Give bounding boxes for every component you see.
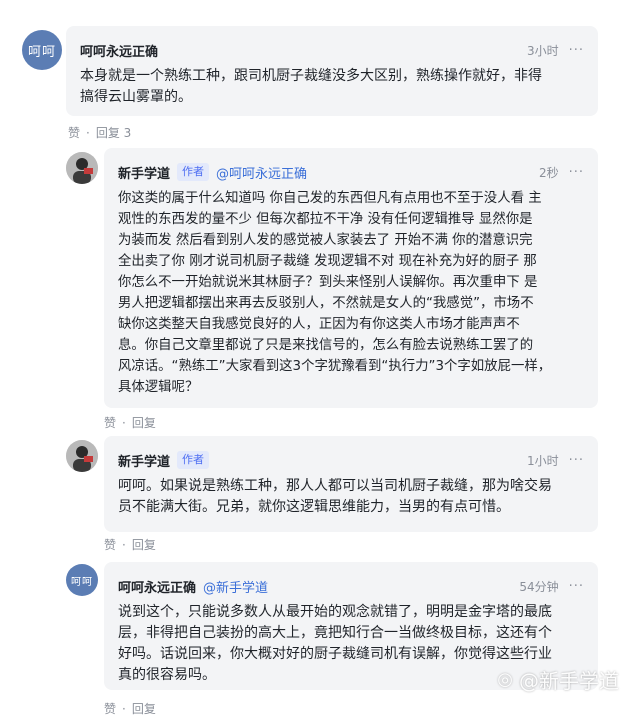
watermark-text: @新手学道 [519, 669, 619, 693]
comment-content: 你这类的属于什么知道吗 你自己发的东西但凡有点用也不至于没人看 主 观性的东西发… [118, 191, 552, 395]
user-photo-icon [66, 152, 98, 184]
mention-link[interactable]: @新手学道 [203, 577, 268, 596]
comment-bubble: 新手学道 作者 @呵呵永远正确 2秒 ··· 你这类的属于什么知道吗 你自己发的… [104, 148, 598, 408]
comment-time: 54分钟 [519, 579, 559, 594]
reply-button[interactable]: 回复 [132, 414, 156, 431]
avatar-logo-text: 呵呵 [71, 576, 93, 588]
separator-dot: · [122, 415, 126, 430]
comment-author[interactable]: 新手学道 [118, 451, 170, 470]
more-icon[interactable]: ··· [569, 165, 584, 180]
mention-link[interactable]: @呵呵永远正确 [216, 163, 307, 182]
comment-time: 1小时 [526, 453, 559, 468]
like-button[interactable]: 赞 [68, 124, 80, 141]
reply-button[interactable]: 回复 [132, 700, 156, 717]
like-button[interactable]: 赞 [104, 700, 116, 717]
comment-time: 3小时 [526, 43, 559, 58]
comment-time: 2秒 [538, 165, 559, 180]
more-icon[interactable]: ··· [569, 579, 584, 594]
author-badge: 作者 [177, 451, 210, 469]
separator-dot: · [122, 701, 126, 716]
separator-dot: · [86, 125, 90, 140]
avatar[interactable]: 呵呵 [22, 30, 62, 70]
avatar[interactable] [66, 440, 98, 472]
avatar-logo-text: 呵呵 [27, 44, 56, 60]
avatar[interactable]: 呵呵 [66, 564, 98, 596]
comment-author[interactable]: 呵呵永远正确 [118, 577, 196, 596]
comment-author[interactable]: 呵呵永远正确 [80, 41, 158, 60]
comment-content: 呵呵。如果说是熟练工种，那人人都可以当司机厨子裁缝，那为啥交易 员不能满大街。兄… [118, 478, 552, 515]
more-icon[interactable]: ··· [569, 43, 584, 58]
comment-author[interactable]: 新手学道 [118, 163, 170, 182]
zhihu-icon: ◎ [497, 669, 513, 690]
reply-button[interactable]: 回复 [132, 536, 156, 553]
user-photo-icon [66, 440, 98, 472]
avatar[interactable] [66, 152, 98, 184]
author-badge: 作者 [177, 163, 210, 181]
comment-bubble: 新手学道 作者 1小时 ··· 呵呵。如果说是熟练工种，那人人都可以当司机厨子裁… [104, 436, 598, 532]
more-icon[interactable]: ··· [569, 453, 584, 468]
comment-bubble: 呵呵永远正确 3小时 ··· 本身就是一个熟练工种，跟司机厨子裁缝没多大区别，熟… [66, 26, 598, 116]
watermark: ◎ @新手学道 [497, 665, 619, 694]
like-button[interactable]: 赞 [104, 414, 116, 431]
comment-content: 本身就是一个熟练工种，跟司机厨子裁缝没多大区别，熟练操作就好，非得 搞得云山雾罩… [80, 68, 542, 105]
reply-button[interactable]: 回复 3 [96, 124, 131, 141]
separator-dot: · [122, 537, 126, 552]
like-button[interactable]: 赞 [104, 536, 116, 553]
